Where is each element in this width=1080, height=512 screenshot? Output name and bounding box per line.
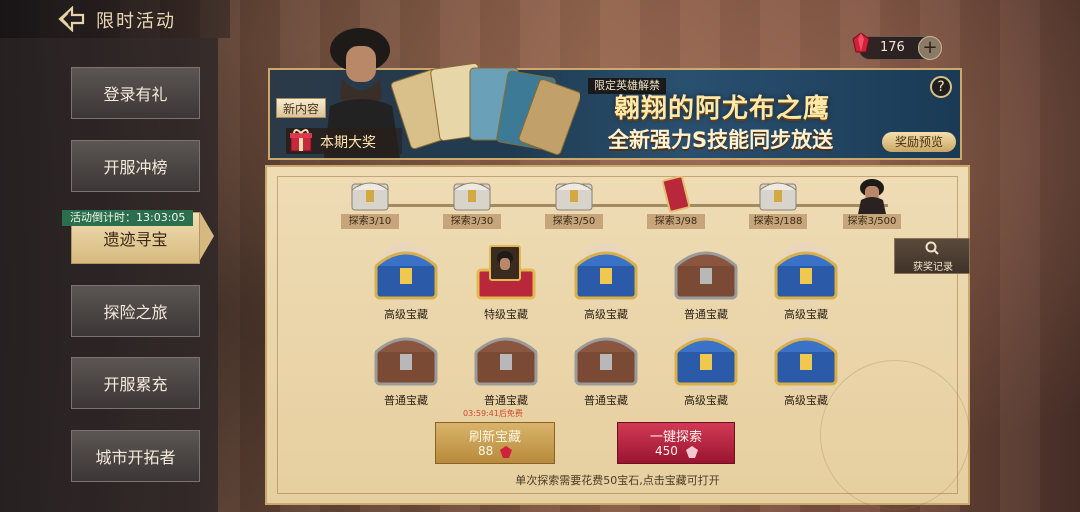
milestone-label: 探索3/10 <box>341 214 399 229</box>
chest-label: 高级宝藏 <box>584 308 628 321</box>
chest-label: 高级宝藏 <box>784 394 828 407</box>
milestone-label: 探索3/500 <box>843 214 901 229</box>
chest-label: 普通宝藏 <box>684 308 728 321</box>
banner-title: 翱翔的阿尤布之鹰 <box>614 94 831 124</box>
milestone-label: 探索3/50 <box>545 214 603 229</box>
milestone-label: 探索3/30 <box>443 214 501 229</box>
add-gems-button[interactable]: + <box>918 36 942 60</box>
silver-chest-icon[interactable] <box>348 176 392 214</box>
free-refresh-timer: 03:59:41后免费 <box>463 409 523 418</box>
event-countdown: 活动倒计时：13:03:05 <box>62 210 194 226</box>
hero-cards-illustration <box>390 63 580 155</box>
common-chest-icon[interactable] <box>570 330 642 388</box>
sidebar-item-city-pioneer[interactable]: 城市开拓者 <box>71 430 200 482</box>
common-chest-icon[interactable] <box>670 244 742 302</box>
new-content-tag: 新内容 <box>276 98 327 118</box>
ruby-gem-icon <box>852 32 870 53</box>
ruby-gem-icon <box>500 446 512 458</box>
reward-preview-button[interactable]: 奖励预览 <box>882 132 956 152</box>
milestone-label: 探索3/98 <box>647 214 705 229</box>
refresh-treasure-label: 刷新宝藏 <box>468 430 521 445</box>
advanced-chest-icon[interactable] <box>570 244 642 302</box>
silver-chest-icon[interactable] <box>756 176 800 214</box>
silver-chest-icon[interactable] <box>450 176 494 214</box>
advanced-chest-icon[interactable] <box>770 244 842 302</box>
reward-history-button[interactable]: 获奖记录 <box>894 238 970 274</box>
refresh-cost: 88 <box>478 444 494 458</box>
advanced-chest-icon[interactable] <box>770 330 842 388</box>
active-tab-pointer <box>200 212 214 260</box>
common-chest-icon[interactable] <box>470 330 542 388</box>
hero-card-reward-icon[interactable] <box>654 176 698 214</box>
sidebar-item-login-reward[interactable]: 登录有礼 <box>71 67 200 119</box>
sidebar-item-server-ranking[interactable]: 开服冲榜 <box>71 140 200 192</box>
chest-label: 普通宝藏 <box>584 394 628 407</box>
chest-label: 高级宝藏 <box>684 394 728 407</box>
explore-hint: 单次探索需要花费50宝石,点击宝藏可打开 <box>515 474 720 487</box>
grand-prize-label: 本期大奖 <box>320 135 376 151</box>
explore-all-cost: 450 <box>655 444 678 458</box>
sidebar-item-cumulative-recharge[interactable]: 开服累充 <box>71 357 200 409</box>
banner-subtitle: 全新强力S技能同步放送 <box>608 128 834 152</box>
help-button[interactable]: ? <box>930 76 952 98</box>
chest-label: 普通宝藏 <box>384 394 428 407</box>
chest-label: 高级宝藏 <box>784 308 828 321</box>
gift-icon <box>290 129 312 152</box>
chest-label: 特级宝藏 <box>484 308 528 321</box>
hero-reward-icon[interactable] <box>850 176 894 214</box>
milestone-label: 探索3/188 <box>749 214 807 229</box>
silver-chest-icon[interactable] <box>552 176 596 214</box>
page-title: 限时活动 <box>96 11 176 32</box>
reward-history-label: 获奖记录 <box>913 262 953 273</box>
sidebar-item-adventure-journey[interactable]: 探险之旅 <box>71 285 200 337</box>
search-icon <box>925 241 939 255</box>
common-chest-icon[interactable] <box>370 330 442 388</box>
milestone-track <box>368 204 888 207</box>
ruby-gem-icon <box>686 446 698 458</box>
chest-label: 高级宝藏 <box>384 308 428 321</box>
advanced-chest-icon[interactable] <box>370 244 442 302</box>
explore-all-label: 一键探索 <box>649 430 702 445</box>
chest-label: 普通宝藏 <box>484 394 528 407</box>
gem-count: 176 <box>880 40 905 55</box>
advanced-chest-icon[interactable] <box>670 330 742 388</box>
special-chest-icon[interactable] <box>470 244 542 302</box>
back-arrow-icon[interactable] <box>56 6 86 32</box>
